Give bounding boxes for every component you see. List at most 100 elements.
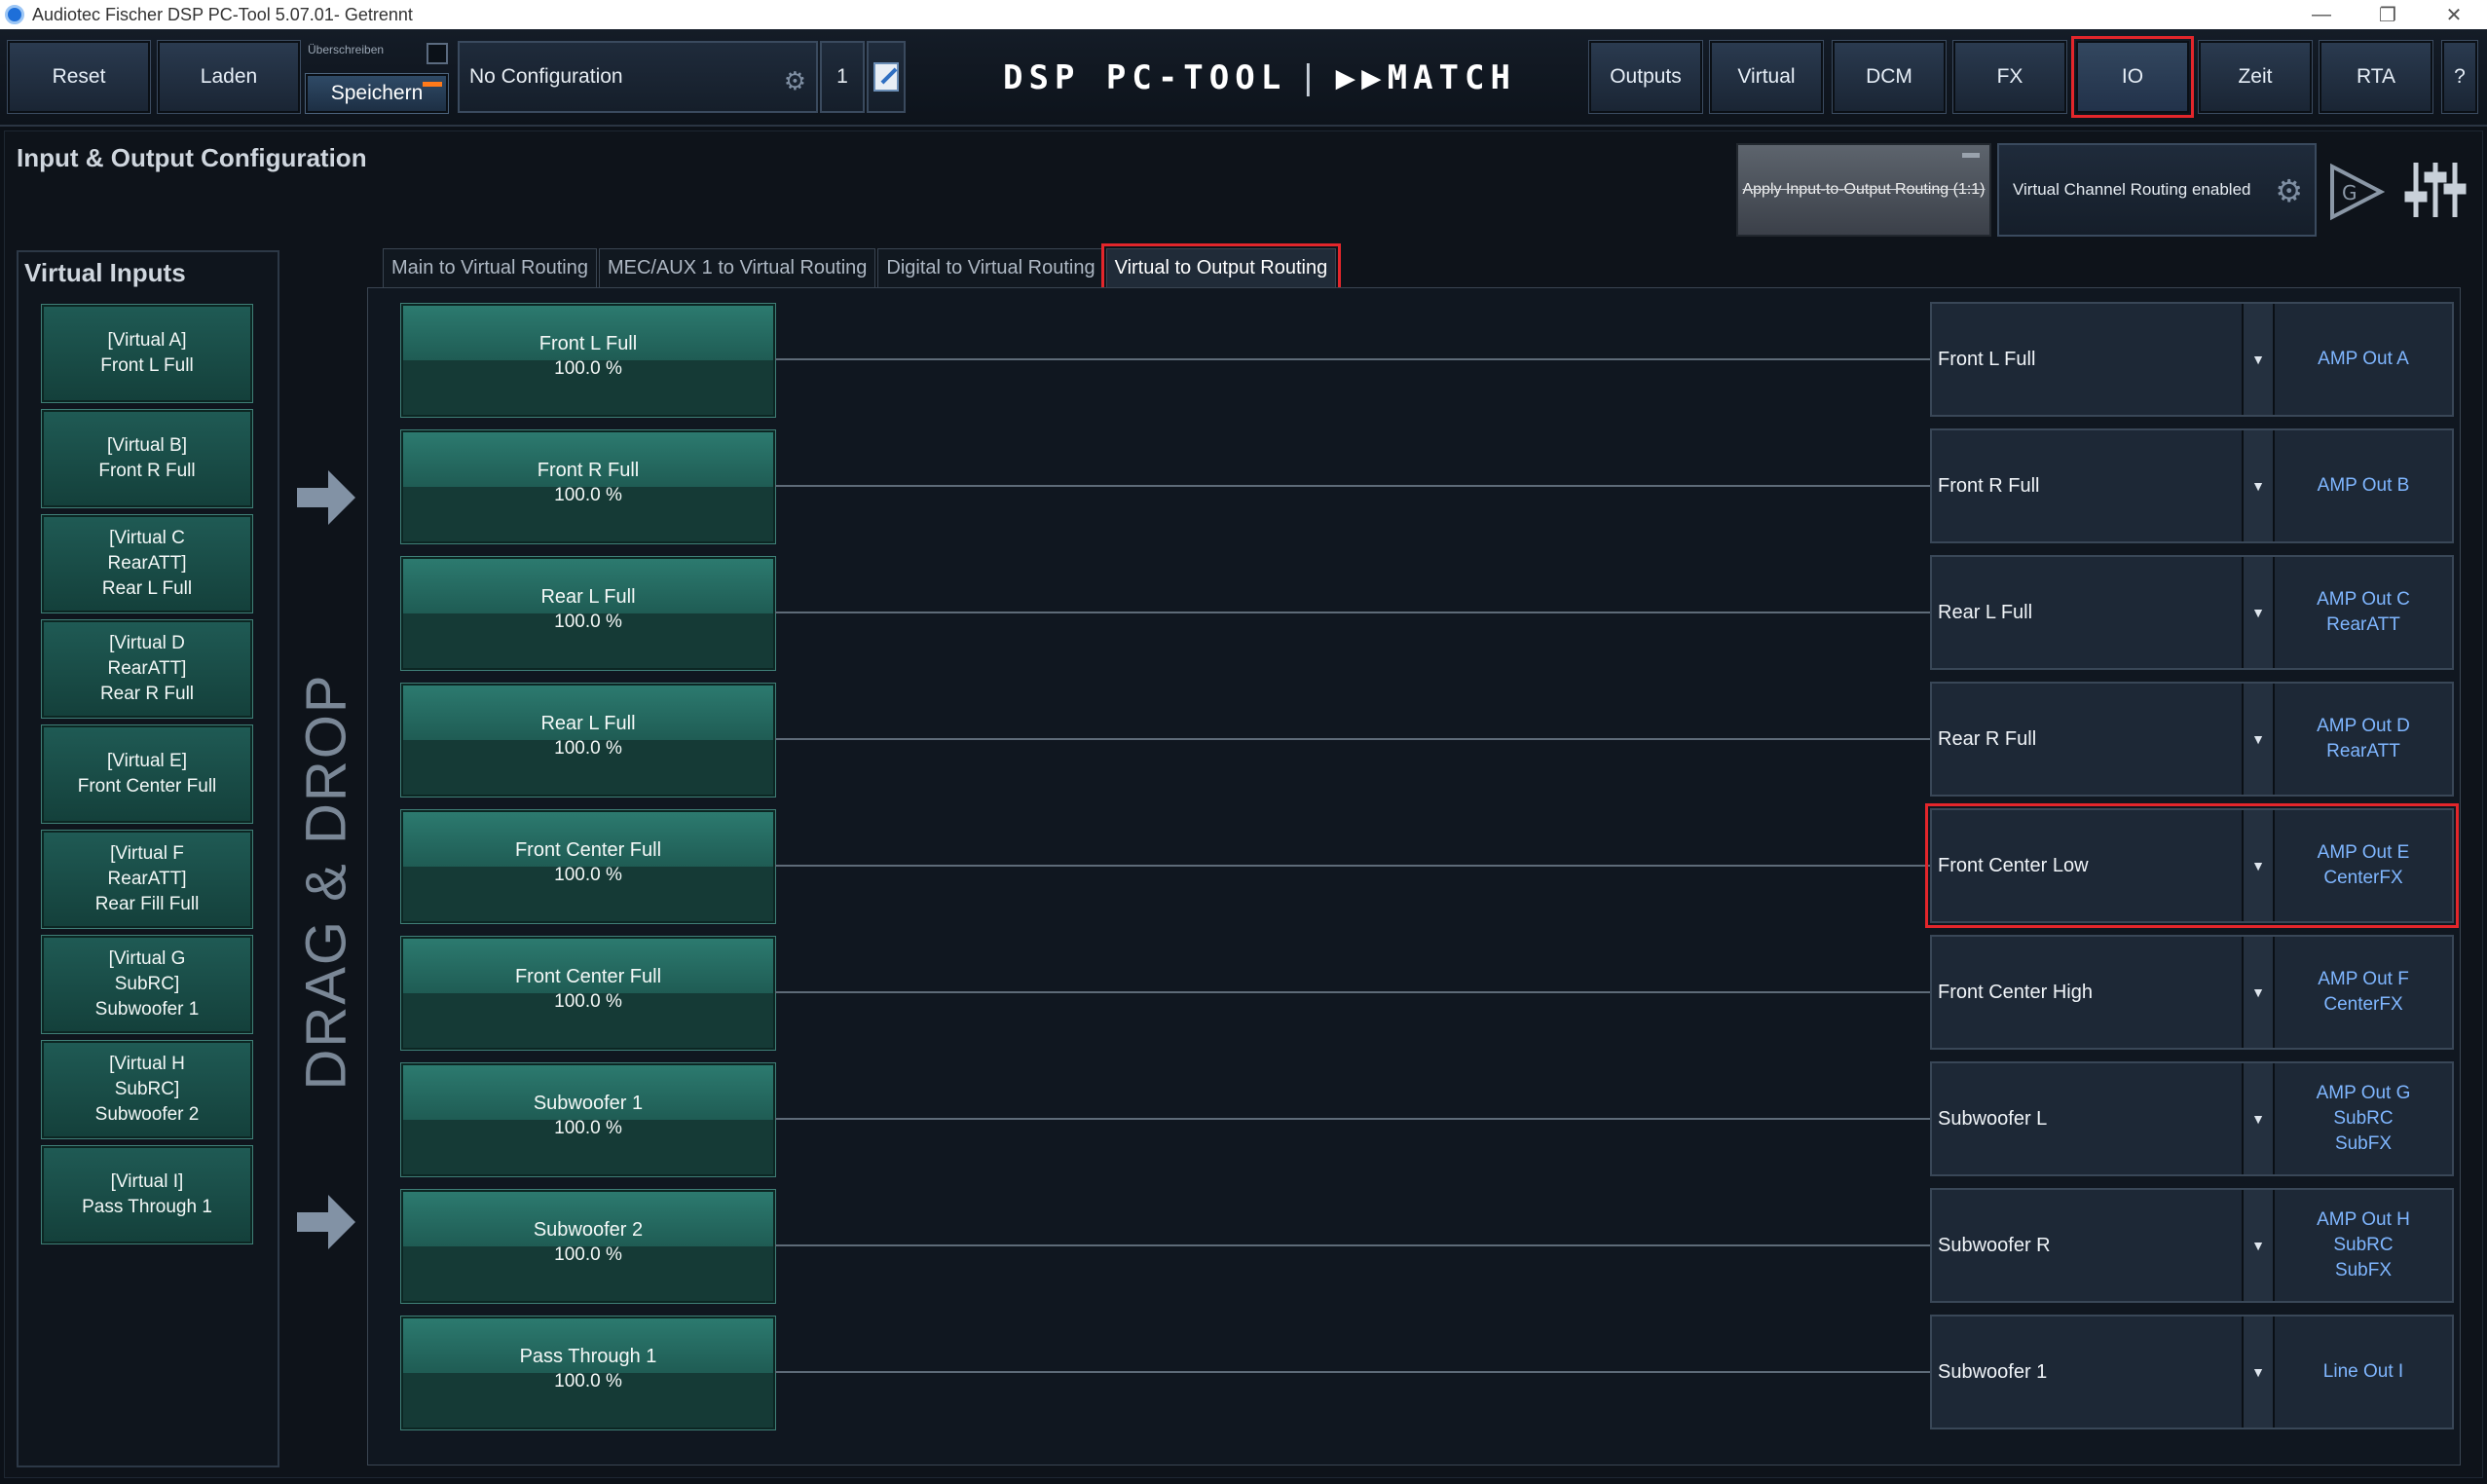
virtual-inputs-panel: Virtual Inputs [Virtual A] Front L Full … xyxy=(17,250,279,1467)
virtual-input-d[interactable]: [Virtual D RearATT] Rear R Full xyxy=(41,619,253,719)
source-level: 100.0 % xyxy=(554,358,622,379)
routing-row: Subwoofer 2 100.0 % Subwoofer R ▼ AMP Ou… xyxy=(368,1182,2462,1304)
routing-source[interactable]: Subwoofer 1 100.0 % xyxy=(400,1062,776,1177)
chevron-down-icon[interactable]: ▼ xyxy=(2242,557,2275,668)
tab-main-to-virtual[interactable]: Main to Virtual Routing xyxy=(383,248,597,287)
routing-row: Rear L Full 100.0 % Rear R Full ▼ AMP Ou… xyxy=(368,676,2462,798)
reset-button[interactable]: Reset xyxy=(7,40,151,114)
nav-virtual-button[interactable]: Virtual xyxy=(1709,40,1824,114)
source-name: Subwoofer 1 xyxy=(533,1093,644,1114)
svg-text:G: G xyxy=(2342,181,2357,204)
nav-fx-button[interactable]: FX xyxy=(1952,40,2067,114)
tab-virtual-to-output[interactable]: Virtual to Output Routing xyxy=(1100,243,1342,292)
virtual-input-b[interactable]: [Virtual B] Front R Full xyxy=(41,409,253,508)
routing-row: Front L Full 100.0 % Front L Full ▼ AMP … xyxy=(368,296,2462,418)
output-label: AMP Out D RearATT xyxy=(2317,716,2410,761)
chevron-down-icon[interactable]: ▼ xyxy=(2242,304,2275,415)
save-button[interactable]: Speichern xyxy=(305,73,449,114)
close-icon[interactable]: ✕ xyxy=(2421,0,2487,29)
target-select[interactable]: Subwoofer 1 xyxy=(1932,1317,2244,1428)
source-level: 100.0 % xyxy=(554,612,622,632)
nav-outputs-button[interactable]: Outputs xyxy=(1588,40,1703,114)
apply-indicator xyxy=(1962,153,1980,158)
target-select[interactable]: Subwoofer R xyxy=(1932,1190,2244,1301)
overwrite-checkbox[interactable] xyxy=(427,43,448,64)
output-label: AMP Out A xyxy=(2318,349,2409,369)
target-select[interactable]: Rear R Full xyxy=(1932,684,2244,795)
chevron-down-icon[interactable]: ▼ xyxy=(2242,1190,2275,1301)
routing-wire xyxy=(775,1244,1930,1246)
config-name-field[interactable]: No Configuration ⚙ xyxy=(458,41,818,113)
virtual-input-f[interactable]: [Virtual F RearATT] Rear Fill Full xyxy=(41,830,253,929)
routing-row: Pass Through 1 100.0 % Subwoofer 1 ▼ Lin… xyxy=(368,1309,2462,1430)
edit-config-button[interactable] xyxy=(867,41,906,113)
routing-target: Rear R Full ▼ AMP Out D RearATT xyxy=(1930,682,2454,797)
routing-source[interactable]: Front Center Full 100.0 % xyxy=(400,809,776,924)
help-button[interactable]: ? xyxy=(2441,40,2478,114)
chevron-down-icon[interactable]: ▼ xyxy=(2242,937,2275,1048)
apply-routing-label: Apply Input-to-Output Routing (1:1) xyxy=(1742,181,1986,198)
output-label: AMP Out C RearATT xyxy=(2317,589,2410,635)
routing-wire xyxy=(775,1118,1930,1120)
target-select[interactable]: Front R Full xyxy=(1932,430,2244,541)
target-select[interactable]: Front Center Low xyxy=(1932,810,2244,921)
window-title: Audiotec Fischer DSP PC-Tool 5.07.01- Ge… xyxy=(32,4,413,24)
virtual-routing-status: Virtual Channel Routing enabled ⚙ xyxy=(1997,143,2317,237)
virtual-input-e[interactable]: [Virtual E] Front Center Full xyxy=(41,724,253,824)
virtual-input-c[interactable]: [Virtual C RearATT] Rear L Full xyxy=(41,514,253,613)
gear-icon[interactable]: ⚙ xyxy=(2275,172,2303,209)
routing-source[interactable]: Pass Through 1 100.0 % xyxy=(400,1316,776,1430)
gear-icon[interactable]: ⚙ xyxy=(784,66,806,96)
routing-wire xyxy=(775,1371,1930,1373)
target-select[interactable]: Front L Full xyxy=(1932,304,2244,415)
virtual-input-i[interactable]: [Virtual I] Pass Through 1 xyxy=(41,1145,253,1244)
routing-source[interactable]: Front L Full 100.0 % xyxy=(400,303,776,418)
save-group: Überschreiben Speichern xyxy=(304,41,450,114)
routing-source[interactable]: Rear L Full 100.0 % xyxy=(400,556,776,671)
chevron-down-icon[interactable]: ▼ xyxy=(2242,430,2275,541)
routing-source[interactable]: Rear L Full 100.0 % xyxy=(400,683,776,798)
routing-area: Front L Full 100.0 % Front L Full ▼ AMP … xyxy=(367,287,2461,1465)
arrow-right-icon xyxy=(297,470,355,525)
target-select[interactable]: Subwoofer L xyxy=(1932,1063,2244,1174)
drag-drop-hint: DRAG & DROP xyxy=(287,673,365,1090)
source-level: 100.0 % xyxy=(554,865,622,885)
config-number[interactable]: 1 xyxy=(820,41,865,113)
load-button[interactable]: Laden xyxy=(157,40,301,114)
routing-row: Subwoofer 1 100.0 % Subwoofer L ▼ AMP Ou… xyxy=(368,1056,2462,1177)
output-label: AMP Out B xyxy=(2317,475,2410,496)
app-icon xyxy=(5,5,24,24)
tab-mec-aux-to-virtual[interactable]: MEC/AUX 1 to Virtual Routing xyxy=(598,248,876,287)
routing-source[interactable]: Subwoofer 2 100.0 % xyxy=(400,1189,776,1304)
target-select[interactable]: Front Center High xyxy=(1932,937,2244,1048)
virtual-routing-label: Virtual Channel Routing enabled xyxy=(2013,180,2251,199)
virtual-input-a[interactable]: [Virtual A] Front L Full xyxy=(41,304,253,403)
nav-dcm-button[interactable]: DCM xyxy=(1832,40,1947,114)
chevron-down-icon[interactable]: ▼ xyxy=(2242,684,2275,795)
chevron-down-icon[interactable]: ▼ xyxy=(2242,1063,2275,1174)
minimize-icon[interactable]: — xyxy=(2288,0,2355,29)
routing-source[interactable]: Front Center Full 100.0 % xyxy=(400,936,776,1051)
apply-routing-button[interactable]: Apply Input-to-Output Routing (1:1) xyxy=(1736,143,1991,237)
maximize-icon[interactable]: ❐ xyxy=(2355,0,2421,29)
tab-digital-to-virtual[interactable]: Digital to Virtual Routing xyxy=(877,248,1104,287)
chevron-down-icon[interactable]: ▼ xyxy=(2242,1317,2275,1428)
routing-wire xyxy=(775,485,1930,487)
equalizer-icon[interactable] xyxy=(2404,159,2467,221)
routing-source[interactable]: Front R Full 100.0 % xyxy=(400,429,776,544)
io-config-panel: Input & Output Configuration Apply Input… xyxy=(4,130,2483,1478)
target-select[interactable]: Rear L Full xyxy=(1932,557,2244,668)
nav-zeit-button[interactable]: Zeit xyxy=(2198,40,2313,114)
nav-rta-button[interactable]: RTA xyxy=(2319,40,2433,114)
source-level: 100.0 % xyxy=(554,991,622,1012)
source-name: Rear L Full xyxy=(540,713,636,734)
virtual-input-h[interactable]: [Virtual H SubRC] Subwoofer 2 xyxy=(41,1040,253,1139)
routing-row: Rear L Full 100.0 % Rear L Full ▼ AMP Ou… xyxy=(368,549,2462,671)
play-g-icon[interactable]: G xyxy=(2328,163,2385,221)
routing-row: Front Center Full 100.0 % Front Center H… xyxy=(368,929,2462,1051)
chevron-down-icon[interactable]: ▼ xyxy=(2242,810,2275,921)
source-level: 100.0 % xyxy=(554,1244,622,1265)
virtual-input-g[interactable]: [Virtual G SubRC] Subwoofer 1 xyxy=(41,935,253,1034)
routing-target: Subwoofer R ▼ AMP Out H SubRC SubFX xyxy=(1930,1188,2454,1303)
nav-io-button[interactable]: IO xyxy=(2071,36,2194,118)
